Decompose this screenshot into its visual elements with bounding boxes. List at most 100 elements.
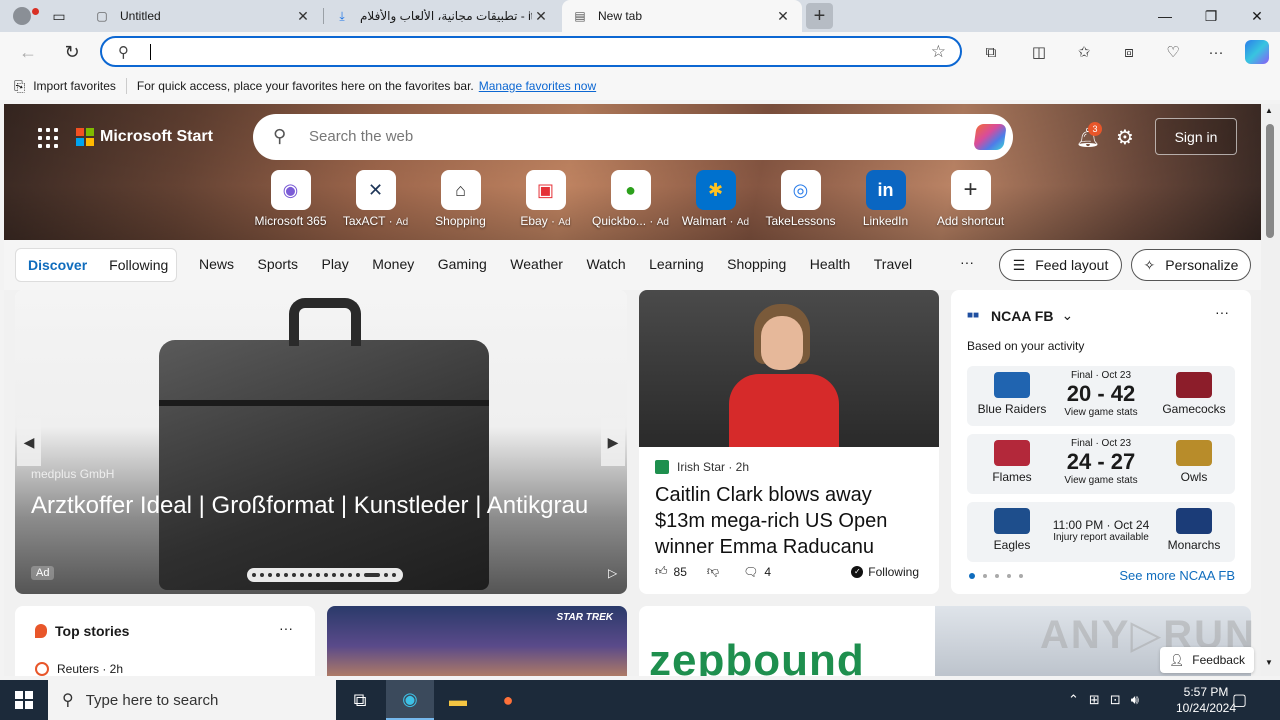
ncaa-pager[interactable] [969,573,1023,579]
scroll-down-icon[interactable]: ▼ [1265,658,1273,667]
notification-center-icon[interactable]: ▢ [1232,690,1247,710]
notifications-bell-icon[interactable]: 🔔︎ 3 [1076,122,1102,150]
shortcut-linkedin[interactable]: in LinkedIn [843,170,928,228]
more-categories-button[interactable]: ··· [960,254,974,270]
tab-discover[interactable]: Discover [28,257,87,273]
network-icon[interactable]: ⊞ [1089,692,1100,708]
category-money[interactable]: Money [372,256,414,272]
new-tab-button[interactable]: + [806,3,833,29]
chevron-up-icon[interactable]: ⌃ [1068,692,1079,708]
close-window-button[interactable]: ✕ [1234,0,1280,32]
tab-actions-menu-icon[interactable]: ▭ [48,6,70,26]
comment-icon[interactable]: 🗨︎ [743,565,758,579]
profile-button[interactable] [8,4,39,28]
tab-new-tab[interactable]: ▤ New tab ✕ [562,0,802,32]
address-input[interactable] [154,41,914,63]
favorite-star-icon[interactable]: ☆ [931,42,946,62]
sign-in-button[interactable]: Sign in [1155,118,1237,155]
shortcut-taxact[interactable]: ✕ TaxACT · Ad [333,170,418,228]
category-travel[interactable]: Travel [874,256,912,272]
carousel-next-button[interactable]: ▶ [601,418,625,466]
category-play[interactable]: Play [321,256,348,272]
shortcut-takelessons[interactable]: ◎ TakeLessons [758,170,843,228]
dislike-icon[interactable]: 👎︎ [707,564,719,579]
firefox-icon[interactable]: ● [484,680,532,720]
personalize-button[interactable]: ✧ Personalize [1131,249,1251,281]
app-launcher-icon[interactable] [38,128,58,148]
wifi-icon[interactable]: ⊡ [1110,692,1121,708]
carousel-pagination[interactable] [247,568,403,582]
shortcut-microsoft-365[interactable]: ◉ Microsoft 365 [248,170,333,228]
favorites-icon[interactable]: ✩ [1071,40,1097,64]
like-icon[interactable]: 👍︎ [655,564,668,579]
copilot-icon[interactable] [1245,40,1269,64]
star-trek-card[interactable]: STAR TREK [327,606,627,676]
game-row[interactable]: Eagles 11:00 PM · Oct 24 Injury report av… [967,502,1235,562]
following-button[interactable]: ✓ Following [851,565,925,579]
minimize-button[interactable]: — [1142,0,1188,32]
tab-close-icon[interactable]: ✕ [774,8,792,25]
chevron-down-icon[interactable]: ⌄ [1061,307,1073,324]
card-menu-icon[interactable]: ··· [279,620,293,636]
story-source[interactable]: Reuters · 2h [35,662,123,676]
edge-icon[interactable]: ◉ [386,680,434,720]
category-news[interactable]: News [199,256,234,272]
feed-layout-button[interactable]: ☰ Feed layout [999,249,1122,281]
manage-favorites-link[interactable]: Manage favorites now [479,79,596,93]
like-count: 85 [673,564,687,579]
tab-untitled[interactable]: ▢ Untitled ✕ [84,0,322,32]
volume-icon[interactable]: 🔊︎ [1131,692,1139,708]
divider [125,78,127,94]
scroll-up-icon[interactable]: ▲ [1265,106,1273,115]
category-sports[interactable]: Sports [258,256,298,272]
import-favorites-button[interactable]: ⎘ Import favorites [14,78,116,95]
split-screen-icon[interactable]: ◫ [1026,40,1052,64]
news-card[interactable]: Irish Star · 2h Caitlin Clark blows away… [639,290,939,594]
settings-more-icon[interactable]: ··· [1203,40,1229,64]
card-menu-icon[interactable]: ··· [1215,304,1229,320]
ad-carousel-card[interactable]: ◀ ▶ medplus GmbH Arztkoffer Ideal | Groß… [15,290,627,594]
shortcut-walmart[interactable]: ✱ Walmart · Ad [673,170,758,228]
gear-icon[interactable]: ⚙ [1116,125,1134,150]
tab-following[interactable]: Following [109,257,168,273]
ad-title[interactable]: Arztkoffer Ideal | Großformat | Kunstled… [31,490,591,522]
category-shopping[interactable]: Shopping [727,256,786,272]
tab-close-icon[interactable]: ✕ [532,8,550,25]
collections-icon[interactable]: ⧈ [1116,40,1142,64]
shortcut-ebay[interactable]: ▣ Ebay · Ad [503,170,588,228]
web-search-box[interactable]: ⚲ Search the web [253,114,1013,160]
news-headline[interactable]: Caitlin Clark blows away $13m mega-rich … [655,482,925,560]
extensions-icon[interactable]: ⧉ [978,40,1004,64]
feedback-button[interactable]: 👤︎ Feedback [1160,647,1254,673]
microsoft-start-logo[interactable]: Microsoft Start [76,128,213,146]
taskbar-search[interactable]: ⚲ Type here to search [48,680,336,720]
carousel-prev-button[interactable]: ◀ [17,418,41,466]
refresh-button[interactable]: ↻ [58,38,86,66]
browser-essentials-icon[interactable]: ♡ [1160,40,1186,64]
adchoices-icon[interactable]: ▷ [608,566,617,580]
back-button[interactable]: ← [14,38,42,66]
category-gaming[interactable]: Gaming [438,256,487,272]
category-weather[interactable]: Weather [510,256,563,272]
copilot-search-icon[interactable] [973,124,1007,150]
ad-tag: Ad [656,217,669,228]
task-view-icon[interactable]: ⧉ [336,680,384,720]
see-more-ncaa-link[interactable]: See more NCAA FB [1119,568,1235,583]
shortcut-quickbooks[interactable]: ● Quickbo... · Ad [588,170,673,228]
category-watch[interactable]: Watch [586,256,625,272]
category-health[interactable]: Health [810,256,850,272]
game-row[interactable]: Blue Raiders Final · Oct 23 20 - 42 View g… [967,366,1235,426]
add-shortcut-button[interactable]: + Add shortcut [928,170,1013,228]
start-button[interactable] [0,680,48,720]
game-row[interactable]: Flames Final · Oct 23 24 - 27 View game st… [967,434,1235,494]
ncaa-header[interactable]: ■■ NCAA FB ⌄ [967,307,1073,324]
scroll-thumb[interactable] [1266,124,1274,238]
shortcut-shopping[interactable]: ⌂ Shopping [418,170,503,228]
category-learning[interactable]: Learning [649,256,704,272]
tab-store[interactable]: ⤓ تطبيقات مجانية، الألعاب والأفلام - it … [324,0,560,32]
page-scrollbar[interactable]: ▲ ▼ [1261,104,1280,676]
tab-close-icon[interactable]: ✕ [294,8,312,25]
address-bar[interactable]: ⚲ ☆ [100,36,962,67]
file-explorer-icon[interactable]: ▬ [434,680,482,720]
restore-button[interactable]: ❐ [1188,0,1234,32]
